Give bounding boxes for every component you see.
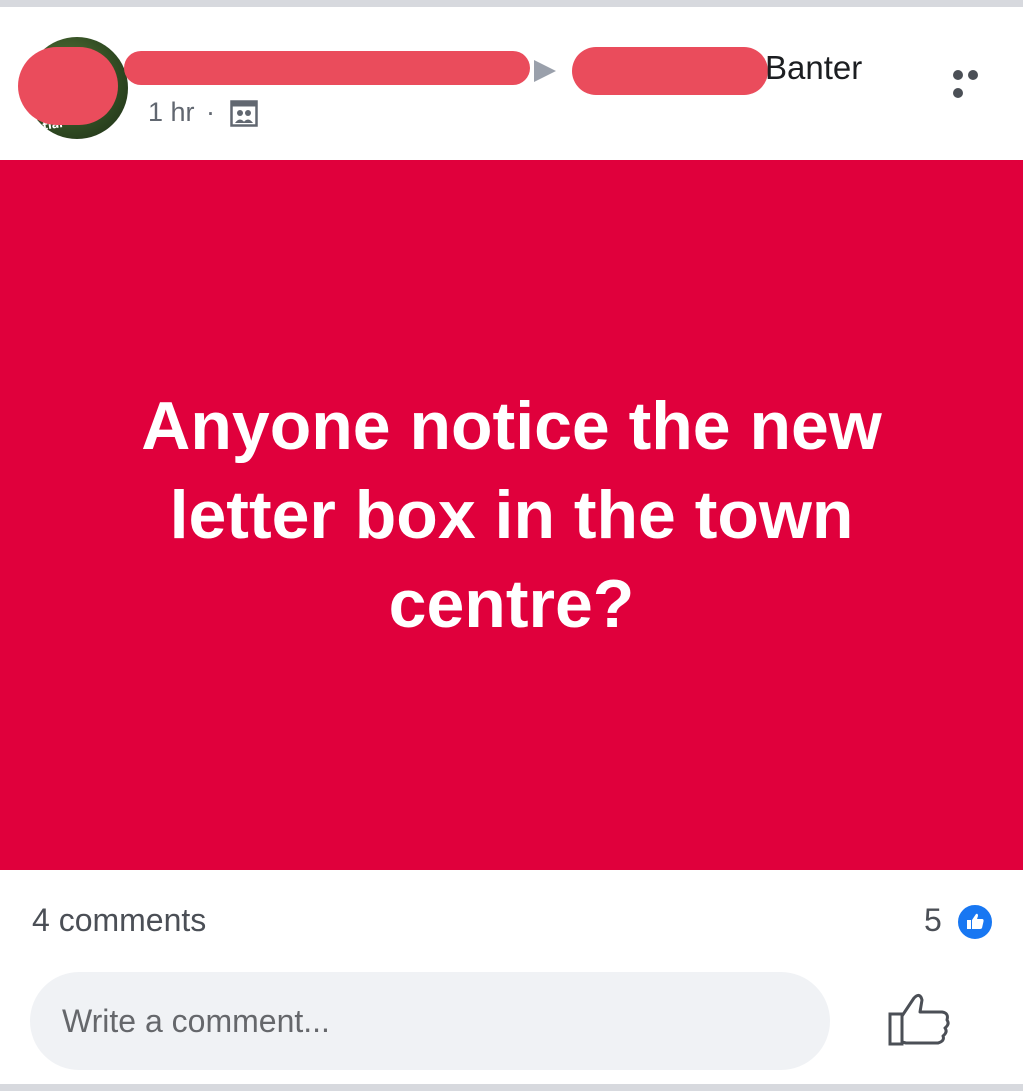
reaction-count[interactable]: 5	[924, 902, 942, 939]
post-header: ost ntial Banter 1 hr ·	[0, 7, 1023, 160]
thumbs-up-icon[interactable]	[886, 990, 952, 1050]
caret-right-icon	[534, 60, 556, 82]
timestamp-separator: ·	[206, 97, 215, 127]
redaction-author-name	[124, 51, 530, 85]
post-content-background[interactable]: Anyone notice the new letter box in the …	[0, 160, 1023, 870]
redaction-avatar	[18, 47, 118, 125]
redaction-group-prefix	[572, 47, 768, 95]
top-divider	[0, 0, 1023, 7]
like-badge-icon[interactable]	[956, 903, 994, 941]
bottom-divider	[0, 1084, 1023, 1091]
post-message: Anyone notice the new letter box in the …	[141, 387, 882, 642]
post-timestamp[interactable]: 1 hr	[148, 97, 195, 128]
comment-placeholder: Write a comment...	[62, 1002, 330, 1039]
more-options-icon[interactable]	[953, 67, 997, 98]
group-name[interactable]: Banter	[765, 49, 862, 87]
comments-count-link[interactable]: 4 comments	[32, 902, 206, 939]
group-icon	[230, 100, 258, 127]
comment-input[interactable]: Write a comment...	[30, 972, 830, 1070]
